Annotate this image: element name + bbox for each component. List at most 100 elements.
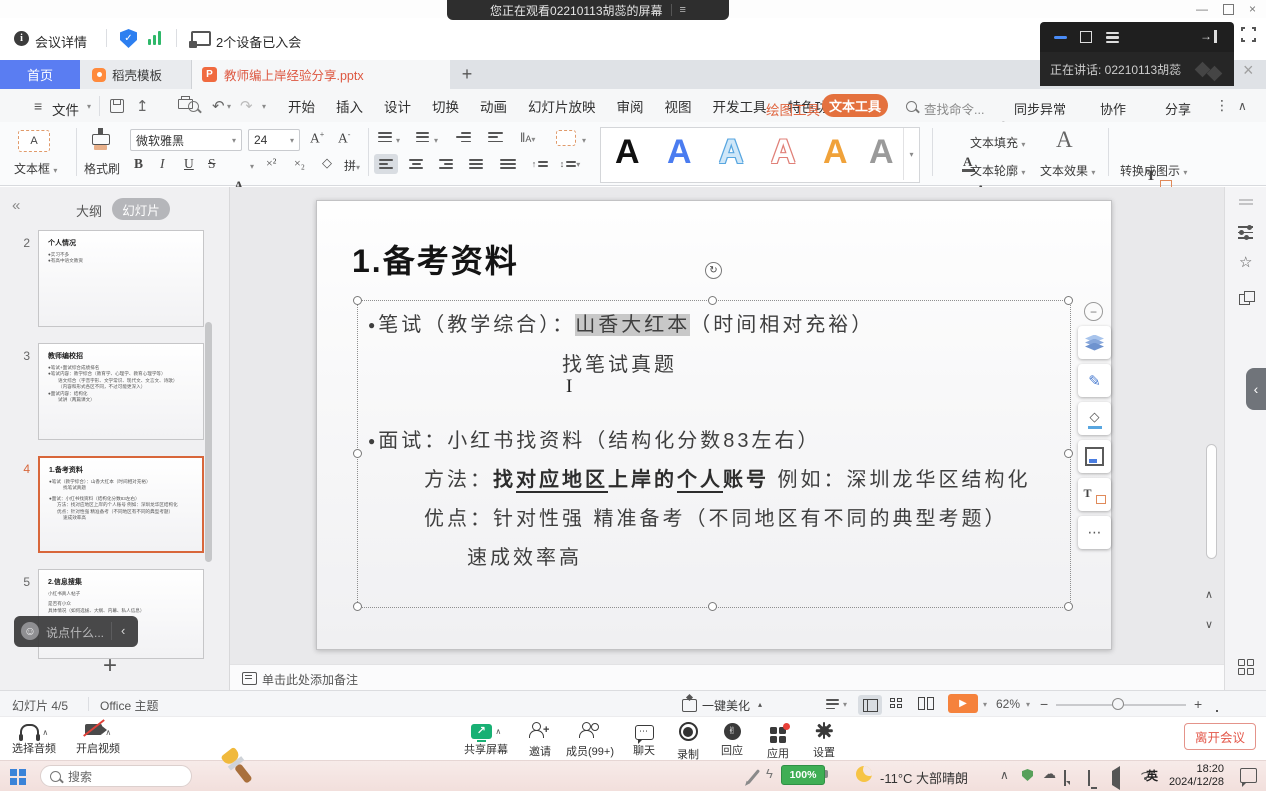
slide-thumbnail-4-selected[interactable]: 1.备考资料 ●笔试（教学综合）：山香大红本（时间相对充裕） 找笔试真题 ●面试… [38,456,204,553]
collapse-tools-button[interactable]: − [1084,302,1103,321]
play-caret-icon[interactable]: ▾ [983,700,987,709]
subscript-button[interactable]: ×₂ [294,156,305,171]
justify-button[interactable] [464,154,488,174]
print-preview-icon[interactable] [188,100,199,115]
menu-devtools[interactable]: 开发工具 [713,96,767,116]
align-right-button[interactable] [434,154,458,174]
collaborate-button[interactable]: 协作 [1100,99,1126,118]
chat-input[interactable]: 说点什么... [46,624,104,641]
numbered-caret-icon[interactable]: ▾ [434,136,438,145]
slide-thumbnail-2[interactable]: 个人情况 ●实习不多 ●有高中语文教资 [38,230,204,327]
line-spacing-down-button[interactable]: ↕▾ [558,154,582,174]
notes-toggle-icon[interactable] [826,699,839,709]
minimize-meeting-icon[interactable] [1054,36,1067,39]
tab-slides-active[interactable]: 幻灯片 [112,198,170,220]
slideshow-play-button[interactable]: ▶ [948,694,978,713]
resize-handle-tl[interactable] [353,296,362,305]
wordart-style-1[interactable]: A [615,133,640,172]
increase-indent-icon[interactable] [488,132,503,142]
menu-slideshow[interactable]: 幻灯片放映 [528,96,596,116]
tray-monitor-icon[interactable] [1088,770,1090,786]
sidebar-scrollbar[interactable] [205,322,212,562]
resize-handle-mr[interactable] [1064,449,1073,458]
rotate-handle[interactable]: ↻ [705,262,722,279]
text-direction-icon[interactable]: ‖A▾ [520,130,535,145]
collapse-chat-icon[interactable]: ‹ [121,623,125,638]
slide-bullet-1[interactable]: ●笔试（教学综合）：山香大红本（时间相对充裕） [368,308,874,337]
phonetic-guide-button[interactable]: 拼▾ [344,157,360,174]
menu-review[interactable]: 审阅 [617,96,644,116]
fullscreen-icon[interactable] [1241,27,1256,42]
invite-button[interactable]: + 邀请 [514,722,566,759]
close-panel-icon[interactable]: × [1243,60,1254,81]
slide-line-4[interactable]: 方法：找对应地区上岸的个人账号 例如：深圳龙华区结构化 [424,463,1031,492]
start-video-button[interactable]: ∧ 开启视频 [70,723,126,756]
audio-caret-icon[interactable]: ∧ [42,728,48,737]
network-signal-icon[interactable] [148,31,161,45]
more-tools-button[interactable]: ⋯ [1078,516,1111,549]
format-painter-button[interactable]: 格式刷 [84,160,120,177]
highlighted-text[interactable]: 山香大红本 [575,314,690,336]
restore-meeting-icon[interactable] [1080,31,1092,43]
collapse-panel-icon[interactable]: « [12,197,20,214]
resize-handle-bl[interactable] [353,602,362,611]
command-search-input[interactable]: 查找命令... [924,99,984,118]
more-options-icon[interactable]: ⋮ [1215,97,1229,114]
members-button[interactable]: 成员(99+) [564,722,616,759]
align-left-button[interactable] [374,154,398,174]
meeting-menu-icon[interactable] [1106,29,1119,46]
frame-tool-button[interactable] [1078,440,1111,473]
reaction-button[interactable]: ✌ 回应 [706,722,758,758]
slide-sorter-view-button[interactable] [890,698,902,708]
meeting-detail-link[interactable]: 会议详情 [35,32,87,51]
devices-joined-label[interactable]: 2个设备已入会 [216,32,301,51]
slide-title[interactable]: 1.备考资料 [352,236,519,282]
bullet-list-icon[interactable] [378,132,392,142]
notes-toggle-caret[interactable]: ▾ [843,700,847,709]
wordart-style-4[interactable]: A [771,133,796,172]
object-properties-icon[interactable] [1238,223,1253,242]
tab-document[interactable]: P 教师编上岸经验分享.pptx [192,60,450,89]
decrease-indent-icon[interactable] [456,132,471,142]
wordart-style-6[interactable]: A [869,133,894,172]
pen-tool-button[interactable]: ✎ [1078,364,1111,397]
textbox-button[interactable]: 文本框 ▾ [14,160,57,177]
resize-handle-tm[interactable] [708,296,717,305]
textbox-style-caret-icon[interactable]: ▾ [582,136,586,145]
next-slide-arrow[interactable]: ∨ [1205,618,1213,631]
smart-effects-icon[interactable]: ☆ [1239,253,1252,271]
emoji-icon[interactable]: ☺ [21,622,39,640]
tray-language-indicator[interactable]: 英 [1146,767,1158,784]
increase-font-icon[interactable]: A+ [310,130,324,147]
resize-handle-tr[interactable] [1064,296,1073,305]
share-button[interactable]: 分享 [1165,99,1191,118]
resize-handle-ml[interactable] [353,449,362,458]
text-fill-button[interactable]: 文本填充 ▾ [970,134,1025,151]
zoom-level-label[interactable]: 62% [996,697,1020,711]
wordart-style-5[interactable]: A [823,133,848,172]
tab-home[interactable]: 首页 [0,60,80,89]
notes-bar[interactable]: 单击此处添加备注 [230,664,1224,690]
expand-panel-tab[interactable]: ‹ [1246,368,1266,410]
font-color-caret-icon[interactable]: ▾ [250,162,254,171]
select-audio-button[interactable]: ∧ 选择音频 [6,723,62,756]
menu-text-tools-active[interactable]: 文本工具 [822,94,888,117]
close-icon[interactable]: × [1249,2,1256,16]
clear-format-icon[interactable]: ◇ [322,155,332,171]
italic-button[interactable]: I [160,156,165,172]
menu-draw-tools[interactable]: 绘图工具 [766,99,820,119]
font-size-select[interactable]: 24▾ [248,129,300,151]
minimize-icon[interactable]: — [1196,2,1208,16]
menu-view[interactable]: 视图 [665,96,692,116]
save-icon[interactable] [110,99,124,113]
canvas-scrollbar[interactable] [1206,444,1217,559]
weather-widget[interactable]: -11°C 大部晴朗 [880,768,968,787]
notes-placeholder[interactable]: 单击此处添加备注 [262,671,358,688]
tray-speaker-icon[interactable] [1112,766,1120,790]
textbox-style-icon[interactable] [556,130,576,146]
share-screen-button[interactable]: ↗ ∧ 共享屏幕 [460,722,512,757]
strikethrough-button[interactable]: S [208,156,216,172]
resize-handle-bm[interactable] [708,602,717,611]
notification-center-icon[interactable] [1240,768,1257,783]
textbox-insert-icon[interactable]: A [18,130,50,152]
